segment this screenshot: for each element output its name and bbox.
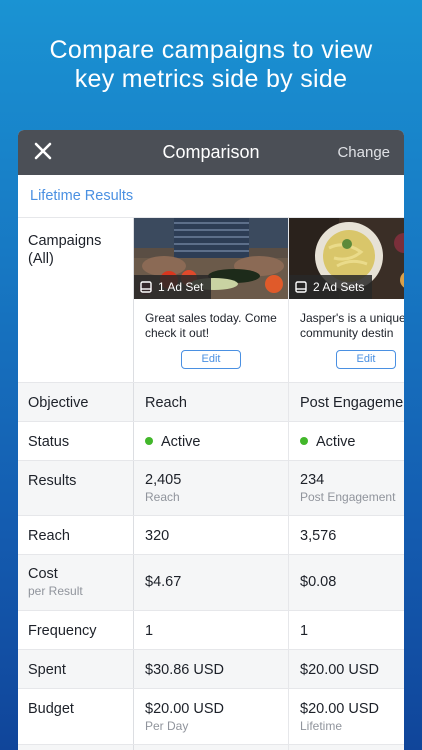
campaigns-filter-text: (All) [28,251,54,267]
frequency-label: Frequency [18,611,134,649]
budget-type-1: Per Day [145,719,189,733]
results-type-1: Reach [145,490,180,504]
edit-button-2[interactable]: Edit [336,350,396,369]
adset-badge-1: 1 Ad Set [134,275,212,299]
objective-row: Objective Reach Post Engagement [18,383,404,422]
lifetime-results-link[interactable]: Lifetime Results [18,175,404,218]
campaigns-row: Campaigns (All) 1 Ad Set Great sales tod… [18,218,404,383]
cost-value-1: $4.67 [134,555,289,610]
spent-value-2: $20.00 USD [289,650,404,688]
status-value-2: Active [289,422,404,460]
reach-label: Reach [18,516,134,554]
campaign-text-1: Great sales today. Come check it out! [145,311,277,340]
campaign-text-2: Jasper's is a unique community destin [300,311,404,340]
navbar: Comparison Change [18,130,404,175]
results-value-1: 2,405 Reach [134,461,289,515]
adset-count-1: 1 Ad Set [158,280,204,294]
budget-value-1: $20.00 USD Per Day [134,689,289,744]
budget-type-2: Lifetime [300,719,343,733]
budget-value-2: $20.00 USD Lifetime [289,689,404,744]
comparison-table: Campaigns (All) 1 Ad Set Great sales tod… [18,218,404,750]
budget-row: Budget $20.00 USD Per Day $20.00 USD Lif… [18,689,404,745]
adset-icon [140,281,152,293]
cost-row: Cost per Result $4.67 $0.08 [18,555,404,611]
cost-label-text: Cost [28,566,58,582]
budget-amount-2: $20.00 USD [300,701,379,717]
headline: Compare campaigns to view key metrics si… [0,36,422,94]
objective-label: Objective [18,383,134,421]
frequency-value-2: 1 [289,611,404,649]
results-number-1: 2,405 [145,472,182,488]
cost-label: Cost per Result [18,555,134,610]
comparison-sheet: Comparison Change Lifetime Results Campa… [18,130,404,750]
campaign-thumbnail-1: 1 Ad Set [134,218,288,299]
headline-line-2: key metrics side by side [74,65,348,93]
next-row-partial [18,745,404,750]
status-row: Status Active Active [18,422,404,461]
reach-row: Reach 320 3,576 [18,516,404,555]
results-number-2: 234 [300,472,325,488]
spent-value-1: $30.86 USD [134,650,289,688]
campaigns-label-text: Campaigns [28,233,102,249]
status-label: Status [18,422,134,460]
budget-label: Budget [18,689,134,744]
active-status-dot [145,437,153,445]
edit-button-1[interactable]: Edit [181,350,241,369]
campaigns-label: Campaigns (All) [18,218,134,382]
change-button[interactable]: Change [337,144,390,161]
campaign-thumbnail-2: 2 Ad Sets [289,218,404,299]
cost-sublabel: per Result [28,584,83,598]
status-text-1: Active [161,434,201,450]
headline-line-1: Compare campaigns to view [49,36,373,64]
spent-label: Spent [18,650,134,688]
cost-value-2: $0.08 [289,555,404,610]
status-text-2: Active [316,434,356,450]
spent-row: Spent $30.86 USD $20.00 USD [18,650,404,689]
campaign-card-2[interactable]: 2 Ad Sets Jasper's is a unique community… [289,218,404,382]
results-row: Results 2,405 Reach 234 Post Engagement [18,461,404,516]
adset-badge-2: 2 Ad Sets [289,275,373,299]
active-status-dot [300,437,308,445]
results-type-2: Post Engagement [300,490,396,504]
adset-count-2: 2 Ad Sets [313,280,365,294]
results-value-2: 234 Post Engagement [289,461,404,515]
results-label: Results [18,461,134,515]
status-value-1: Active [134,422,289,460]
frequency-row: Frequency 1 1 [18,611,404,650]
campaign-card-1[interactable]: 1 Ad Set Great sales today. Come check i… [134,218,289,382]
objective-value-1: Reach [134,383,289,421]
budget-amount-1: $20.00 USD [145,701,224,717]
frequency-value-1: 1 [134,611,289,649]
adset-icon [295,281,307,293]
reach-value-2: 3,576 [289,516,404,554]
reach-value-1: 320 [134,516,289,554]
objective-value-2: Post Engagement [289,383,404,421]
